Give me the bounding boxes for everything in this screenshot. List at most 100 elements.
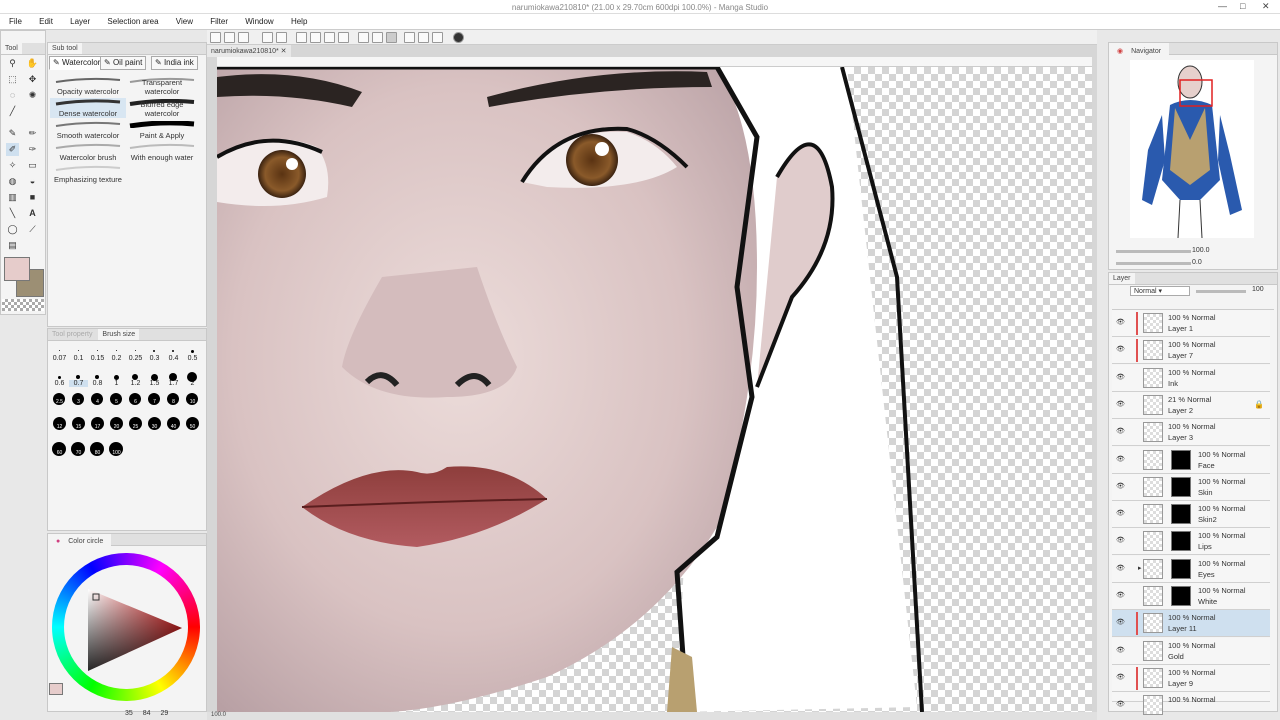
brush-size-label[interactable]: 0.2 [107, 355, 126, 362]
layer-row[interactable]: 👁 100 % Normal Skin [1112, 473, 1270, 501]
brush-size-label[interactable]: 0.5 [183, 355, 202, 362]
layer-row[interactable]: 👁 100 % Normal White [1112, 583, 1270, 610]
tab-tool-property[interactable]: Tool property [48, 329, 96, 340]
rotate-icon[interactable] [324, 32, 335, 43]
lock-icon[interactable]: 🔒 [1254, 400, 1264, 409]
menu-view[interactable]: View [176, 17, 193, 26]
tab-oil-paint[interactable]: ✎ Oil paint [100, 56, 147, 70]
brush-size-dot[interactable] [187, 372, 197, 382]
airbrush-icon[interactable]: ✑ [26, 143, 39, 156]
brush-size-label[interactable]: 1.5 [145, 380, 164, 387]
brush-size-label[interactable]: 0.15 [88, 355, 107, 362]
eyedropper-icon[interactable]: ╱ [6, 105, 19, 118]
zoom-icon[interactable]: ⚲ [6, 57, 19, 70]
brush-size-dot[interactable] [172, 350, 174, 352]
maximize-button[interactable]: □ [1240, 1, 1245, 11]
layer-row[interactable]: 👁 100 % Normal Skin2 [1112, 501, 1270, 529]
help-icon[interactable] [453, 32, 464, 43]
select-icon[interactable] [310, 32, 321, 43]
brush-size-label[interactable]: 0.25 [126, 355, 145, 362]
brush-size-dot[interactable] [113, 374, 119, 380]
tab-navigator[interactable]: ◉ Navigator [1109, 43, 1170, 59]
illustration-canvas[interactable] [217, 67, 1092, 712]
brush-size-dot[interactable] [150, 373, 158, 381]
tab-india-ink[interactable]: ✎ India ink [151, 56, 198, 70]
transparent-color-swatch[interactable] [2, 299, 44, 311]
lasso-icon[interactable]: ◌ [6, 89, 19, 102]
brush-size-dot[interactable] [190, 350, 194, 353]
eye-icon[interactable]: 👁 [1116, 673, 1125, 681]
layer-row[interactable]: 👁 100 % Normal Lips [1112, 528, 1270, 556]
pencil-icon[interactable]: ✏ [26, 127, 39, 140]
blend-mode-select[interactable]: Normal ▾ [1130, 286, 1190, 296]
brush-transparent-watercolor[interactable]: Transparent watercolor [124, 76, 200, 96]
color-current-swatch[interactable] [49, 683, 63, 695]
snap-icon[interactable] [404, 32, 415, 43]
navigator-zoom-slider[interactable] [1116, 250, 1191, 253]
eye-icon[interactable]: 👁 [1116, 591, 1125, 599]
eye-icon[interactable]: 👁 [1116, 318, 1125, 326]
tab-brush-size[interactable]: Brush size [98, 329, 140, 340]
line-icon[interactable]: ╲ [6, 207, 19, 220]
save-icon[interactable] [238, 32, 249, 43]
blend-icon[interactable]: ◍ [6, 175, 19, 188]
brush-size-dot[interactable] [77, 350, 79, 351]
eraser-icon[interactable]: ▭ [26, 159, 39, 172]
layer-row[interactable]: 👁 100 % Normal Layer 1 [1112, 310, 1270, 337]
pen-icon[interactable]: ✎ [6, 127, 19, 140]
brush-size-label[interactable]: 1.2 [126, 380, 145, 387]
frame-border-icon[interactable]: ▤ [6, 239, 19, 252]
layer-row[interactable]: 👁▸ ▭100 % NormalEyes [1112, 555, 1270, 583]
layer-row[interactable]: 👁 100 % Normal [1112, 692, 1270, 716]
decoration-icon[interactable]: ✧ [6, 159, 19, 172]
brush-size-label[interactable]: 0.07 [50, 355, 69, 362]
brush-dense-watercolor[interactable]: Dense watercolor [50, 98, 126, 118]
layer-row[interactable]: 👁 100 % Normal Face [1112, 446, 1270, 474]
menu-layer[interactable]: Layer [70, 17, 90, 26]
brush-size-dot[interactable] [58, 350, 60, 351]
eye-icon[interactable]: 👁 [1116, 536, 1125, 544]
canvas-tab[interactable]: narumiokawa210810* ✕ [207, 45, 291, 57]
brush-size-dot[interactable] [132, 374, 138, 380]
eye-icon[interactable]: 👁 [1116, 509, 1125, 517]
brush-emphasizing-texture[interactable]: Emphasizing texture [50, 164, 126, 184]
transform-icon[interactable] [296, 32, 307, 43]
brush-size-label[interactable]: 0.3 [145, 355, 164, 362]
clear-icon[interactable] [358, 32, 369, 43]
brush-size-dot[interactable] [134, 350, 136, 351]
move-icon[interactable]: ✥ [26, 73, 39, 86]
layer-row[interactable]: 👁 100 % Normal Layer 9 [1112, 664, 1270, 692]
scale-icon[interactable] [338, 32, 349, 43]
brush-with-enough-water[interactable]: With enough water [124, 142, 200, 162]
hand-icon[interactable]: ✋ [26, 57, 39, 70]
layer-row[interactable]: 👁 100 % Normal Layer 3 [1112, 419, 1270, 447]
brush-watercolor-brush[interactable]: Watercolor brush [50, 142, 126, 162]
frame-icon[interactable] [386, 32, 397, 43]
color-triangle[interactable] [84, 585, 184, 675]
minimize-button[interactable]: — [1218, 1, 1227, 11]
brush-size-dot[interactable] [115, 350, 117, 351]
layer-row[interactable]: 👁 21 % Normal Layer 2 🔒 [1112, 391, 1270, 419]
brush-paint-apply[interactable]: Paint & Apply [124, 120, 200, 140]
main-color-swatch[interactable] [4, 257, 30, 281]
menu-edit[interactable]: Edit [39, 17, 53, 26]
brush-size-label[interactable]: 0.7 [69, 380, 88, 387]
brush-blurred-edge-watercolor[interactable]: Blurred edge watercolor [124, 98, 200, 118]
eye-icon[interactable]: 👁 [1116, 564, 1125, 572]
new-file-icon[interactable] [210, 32, 221, 43]
eye-icon[interactable]: 👁 [1116, 373, 1125, 381]
correct-line-icon[interactable]: ⟋ [26, 223, 39, 236]
tab-tool[interactable]: Tool [1, 43, 22, 54]
select-tool-icon[interactable]: ⬚ [6, 73, 19, 86]
layer-row[interactable]: 👁 100 % Normal Layer 7 [1112, 337, 1270, 365]
brush-size-dot[interactable] [76, 375, 80, 379]
eye-icon[interactable]: 👁 [1116, 618, 1125, 626]
layer-row[interactable]: 👁 100 % Normal Layer 11 [1112, 610, 1270, 638]
brush-size-dot[interactable] [153, 350, 155, 352]
text-icon[interactable]: A [26, 207, 39, 220]
menu-file[interactable]: File [9, 17, 22, 26]
brush-size-label[interactable]: 0.4 [164, 355, 183, 362]
brush-opacity-watercolor[interactable]: Opacity watercolor [50, 76, 126, 96]
undo-icon[interactable] [262, 32, 273, 43]
figure-icon[interactable]: ■ [26, 191, 39, 204]
